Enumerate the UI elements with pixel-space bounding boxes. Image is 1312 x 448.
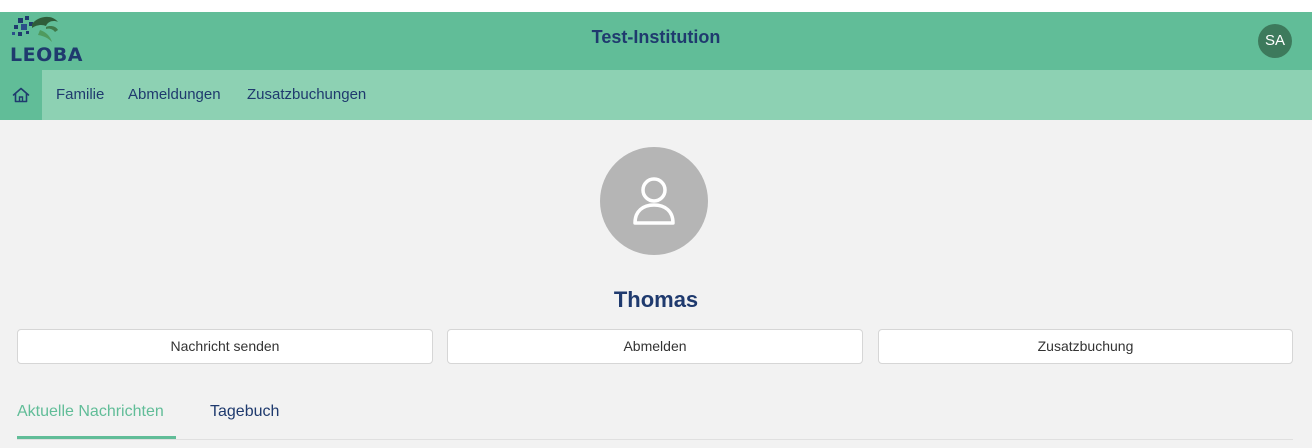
send-message-button[interactable]: Nachricht senden (17, 329, 433, 364)
tabs-divider (17, 439, 1293, 440)
top-strip (0, 0, 1312, 12)
active-tab-indicator (17, 436, 176, 439)
user-icon (633, 177, 675, 225)
tab-tagebuch[interactable]: Tagebuch (210, 400, 279, 424)
profile-avatar (600, 147, 708, 255)
main-navigation: Familie Abmeldungen Zusatzbuchungen (0, 70, 1312, 120)
child-name: Thomas (613, 287, 699, 312)
user-avatar-button[interactable]: SA (1258, 24, 1292, 58)
tab-aktuelle-nachrichten[interactable]: Aktuelle Nachrichten (17, 400, 164, 424)
nav-item-familie[interactable]: Familie (56, 70, 104, 120)
app-header: LEOBA Test-Institution SA (0, 12, 1312, 70)
home-icon (12, 87, 30, 103)
extra-booking-button[interactable]: Zusatzbuchung (878, 329, 1293, 364)
institution-title: Test-Institution (591, 27, 721, 47)
nav-home-button[interactable] (0, 70, 42, 120)
deregister-button[interactable]: Abmelden (447, 329, 863, 364)
nav-item-abmeldungen[interactable]: Abmeldungen (128, 70, 221, 120)
nav-item-zusatzbuchungen[interactable]: Zusatzbuchungen (247, 70, 366, 120)
